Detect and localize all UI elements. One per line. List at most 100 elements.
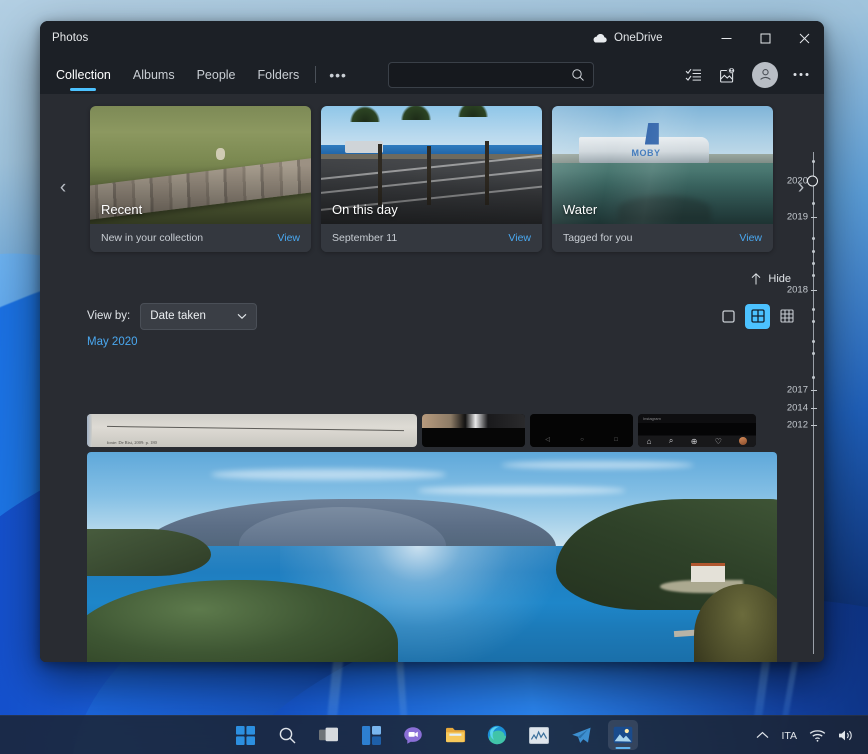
timeline-thumb[interactable] xyxy=(807,176,818,187)
app-header-text: Instagram xyxy=(643,416,661,421)
file-explorer-icon[interactable] xyxy=(440,720,470,750)
desktop: Photos OneDrive xyxy=(0,0,868,754)
chevron-down-icon xyxy=(237,313,247,320)
command-bar: Collection Albums People Folders ••• xyxy=(40,55,824,94)
timeline-dot xyxy=(812,237,815,240)
start-button[interactable] xyxy=(230,720,260,750)
timeline-year-2018[interactable]: 2018 xyxy=(787,285,808,296)
screenshot-c-band xyxy=(638,423,756,436)
tray-overflow-icon[interactable] xyxy=(756,731,769,740)
photo-tile-panorama[interactable] xyxy=(87,452,777,662)
screenshot-b-artwork: ◁○□ xyxy=(530,414,633,447)
card-recent[interactable]: Recent New in your collection View xyxy=(90,106,311,252)
panorama-artwork xyxy=(87,452,777,662)
view-options-row: View by: Date taken xyxy=(40,296,824,336)
card-recent-title: Recent xyxy=(101,202,142,217)
app-tabbar: ⌂ ⌕ ⊕ ♡ xyxy=(638,436,756,447)
tab-collection[interactable]: Collection xyxy=(45,55,122,94)
timeline-dot xyxy=(812,352,815,355)
tab-folders[interactable]: Folders xyxy=(247,55,311,94)
zoom-medium-button[interactable] xyxy=(745,304,770,329)
home-icon: ⌂ xyxy=(647,437,652,446)
search-box[interactable] xyxy=(388,62,594,88)
onedrive-status[interactable]: OneDrive xyxy=(592,21,663,55)
edge-icon[interactable] xyxy=(482,720,512,750)
card-water[interactable]: MOBY Water Tagged for you View xyxy=(552,106,773,252)
app-title: Photos xyxy=(40,32,88,44)
photo-grid: fonte: De Risi, 2009: p. 180 ◁○□ Instagr… xyxy=(87,414,791,662)
tabs-overflow-button[interactable]: ••• xyxy=(319,55,357,94)
timeline-tick xyxy=(811,390,817,391)
minimize-button[interactable] xyxy=(707,21,746,55)
timeline-tick xyxy=(811,217,817,218)
see-more-icon[interactable] xyxy=(784,60,818,90)
card-water-title: Water xyxy=(563,202,597,217)
heart-icon: ♡ xyxy=(715,437,722,446)
search-input[interactable] xyxy=(389,69,571,81)
widgets-icon[interactable] xyxy=(356,720,386,750)
cloud-wisp-2 xyxy=(418,486,625,495)
card-on-this-day-view-link[interactable]: View xyxy=(508,232,531,244)
select-list-icon[interactable] xyxy=(676,60,710,90)
card-water-footer: Tagged for you View xyxy=(552,224,773,252)
maximize-button[interactable] xyxy=(746,21,785,55)
screenshot-c-artwork: Instagram ⌂ ⌕ ⊕ ♡ xyxy=(638,414,756,447)
left-headland xyxy=(87,529,211,576)
card-on-this-day[interactable]: On this day September 11 View xyxy=(321,106,542,252)
scan-edge xyxy=(87,414,92,447)
view-by-dropdown[interactable]: Date taken xyxy=(140,303,257,330)
timeline-year-2020[interactable]: 2020 xyxy=(787,176,808,187)
tab-albums-label: Albums xyxy=(133,68,175,82)
card-recent-view-link[interactable]: View xyxy=(277,232,300,244)
timeline-dot xyxy=(812,160,815,163)
card-recent-footer: New in your collection View xyxy=(90,224,311,252)
timeline-year-2012[interactable]: 2012 xyxy=(787,420,808,431)
timeline-year-2014[interactable]: 2014 xyxy=(787,403,808,414)
photo-tile-screenshot-c[interactable]: Instagram ⌂ ⌕ ⊕ ♡ xyxy=(638,414,756,447)
onedrive-label: OneDrive xyxy=(614,32,663,44)
timeline-year-2019[interactable]: 2019 xyxy=(787,212,808,223)
search-icon[interactable] xyxy=(571,68,593,82)
tab-people-label: People xyxy=(197,68,236,82)
language-indicator[interactable]: ITA xyxy=(781,730,797,742)
card-recent-image: Recent xyxy=(90,106,311,224)
wifi-icon[interactable] xyxy=(809,729,826,742)
timeline-dot xyxy=(812,376,815,379)
add-photo-icon[interactable] xyxy=(712,60,746,90)
timeline-tick xyxy=(811,425,817,426)
cloud-wisp-3 xyxy=(501,461,694,470)
close-button[interactable] xyxy=(785,21,824,55)
telegram-icon[interactable] xyxy=(566,720,596,750)
timeline-scrollbar[interactable]: 2020 2019 2018 2017 2014 xyxy=(791,140,824,662)
photos-taskbar-icon[interactable] xyxy=(608,720,638,750)
photo-tile-scan[interactable]: fonte: De Risi, 2009: p. 180 xyxy=(87,414,417,447)
zoom-large-button[interactable] xyxy=(716,304,741,329)
taskbar-icons xyxy=(230,720,638,750)
tab-people[interactable]: People xyxy=(186,55,247,94)
timeline-year-2017[interactable]: 2017 xyxy=(787,385,808,396)
carousel-cards: Recent New in your collection View xyxy=(90,106,774,252)
view-by-value: Date taken xyxy=(150,310,206,322)
month-header[interactable]: May 2020 xyxy=(40,336,824,356)
volume-icon[interactable] xyxy=(838,729,854,742)
screenshot-a-strip xyxy=(422,414,525,428)
hide-row: Hide xyxy=(40,270,824,296)
nav-tabs: Collection Albums People Folders ••• xyxy=(45,55,357,94)
card-water-view-link[interactable]: View xyxy=(739,232,762,244)
photo-row-clipped: fonte: De Risi, 2009: p. 180 ◁○□ Instagr… xyxy=(87,414,791,447)
chat-icon[interactable] xyxy=(398,720,428,750)
carousel-prev-button[interactable]: ‹ xyxy=(50,165,76,211)
android-navbar: ◁○□ xyxy=(530,436,633,443)
stocks-icon[interactable] xyxy=(524,720,554,750)
tab-albums[interactable]: Albums xyxy=(122,55,186,94)
account-avatar[interactable] xyxy=(752,62,778,88)
search-taskbar-icon[interactable] xyxy=(272,720,302,750)
photo-tile-screenshot-b[interactable]: ◁○□ xyxy=(530,414,633,447)
zoom-level-group xyxy=(716,304,799,329)
timeline-dot xyxy=(812,320,815,323)
task-view-icon[interactable] xyxy=(314,720,344,750)
photo-tile-screenshot-a[interactable] xyxy=(422,414,525,447)
photos-window: Photos OneDrive xyxy=(40,21,824,662)
timeline-tick xyxy=(811,290,817,291)
tab-divider xyxy=(315,66,316,83)
